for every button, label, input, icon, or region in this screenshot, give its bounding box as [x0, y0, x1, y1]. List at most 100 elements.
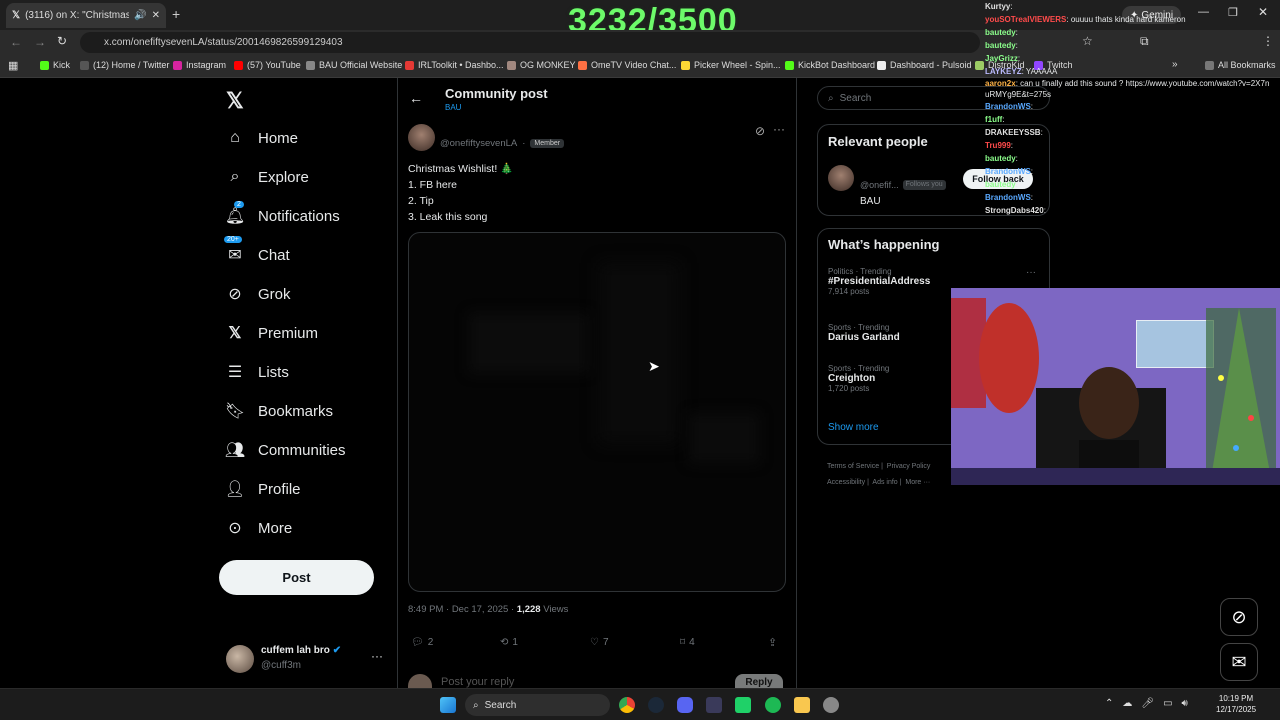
x-home-logo-icon[interactable]: 𝕏 — [226, 88, 244, 114]
bookmark-bau[interactable]: BAU Official Website — [306, 60, 402, 70]
url-input[interactable]: x.com/onefiftysevenLA/status/20014698265… — [80, 32, 980, 53]
audio-icon[interactable]: 🔊 — [134, 10, 146, 21]
grok-icon: ⊘ — [228, 286, 242, 303]
steam-icon[interactable] — [648, 697, 664, 713]
nav-premium[interactable]: 𝕏 Premium — [226, 324, 318, 343]
app-icon[interactable] — [735, 697, 751, 713]
list-icon: ☰ — [227, 364, 243, 381]
discord-icon[interactable] — [677, 697, 693, 713]
chat-message: aaron2x: can u finally add this sound ? … — [985, 79, 1270, 99]
reload-icon[interactable]: ↻ — [57, 34, 67, 48]
bookmark-pulsoid[interactable]: Dashboard - Pulsoid — [877, 60, 972, 70]
clock-time[interactable]: 10:19 PM — [1216, 693, 1256, 704]
bookmark-ometv[interactable]: OmeTV Video Chat... — [578, 60, 676, 70]
nav-explore[interactable]: ⌕ Explore — [226, 168, 309, 186]
reply-action[interactable]: 💬︎ 2 — [411, 637, 433, 648]
post-video[interactable] — [408, 232, 786, 592]
reply-input[interactable]: Post your reply — [441, 676, 514, 688]
post-timestamp[interactable]: 8:49 PM · Dec 17, 2025 · — [408, 604, 514, 615]
x-logo-icon: 𝕏 — [12, 10, 21, 21]
messages-floating-button[interactable]: ✉ — [1220, 643, 1258, 681]
nav-chat[interactable]: ✉︎ 20+ Chat — [224, 236, 290, 264]
taskbar-search[interactable]: ⌕ Search — [465, 694, 610, 716]
grok-post-icon[interactable]: ⊘ — [755, 124, 765, 138]
browser-tab[interactable]: 𝕏 (3116) on X: "Christmas W 🔊 ✕ — [6, 3, 166, 28]
bookmark-instagram[interactable]: Instagram — [173, 60, 226, 70]
more-circle-icon: ⊙ — [228, 520, 242, 537]
settings-icon[interactable] — [823, 697, 839, 713]
trend-more-icon[interactable]: ··· — [1026, 267, 1036, 278]
chat-message: LAYKEYZ: YAAAAA — [985, 67, 1058, 76]
post-more-icon[interactable]: ··· — [773, 122, 785, 136]
nav-communities[interactable]: 👥︎ Communities — [225, 441, 346, 460]
account-switcher[interactable]: cuffem lah bro ✔ @cuff3m ··· — [226, 643, 386, 675]
chat-badge: 20+ — [224, 236, 242, 243]
tab-close-icon[interactable]: ✕ — [152, 10, 160, 21]
chat-message: Tru999: — [985, 141, 1014, 150]
tray-icons[interactable]: ⌃☁🎤︎▭🔊︎ — [1105, 698, 1197, 709]
search-icon: ⌕ — [473, 699, 479, 711]
footer-link[interactable]: Accessibility — [827, 479, 865, 486]
back-arrow-icon[interactable]: ← — [409, 90, 423, 106]
reply-button[interactable]: Reply — [735, 674, 783, 688]
footer-link[interactable]: More ··· — [905, 479, 930, 486]
bookmark-action[interactable]: ⌑ 4 — [680, 637, 695, 648]
nav-profile[interactable]: 👤︎ Profile — [225, 480, 301, 499]
trend-item[interactable]: Politics · Trending #PresidentialAddress… — [828, 267, 930, 296]
new-tab-button[interactable]: + — [172, 6, 180, 22]
post-button[interactable]: Post — [219, 560, 374, 595]
footer-link[interactable]: Terms of Service — [827, 463, 879, 470]
nav-lists[interactable]: ☰ Lists — [226, 363, 289, 382]
relevant-title: Relevant people — [828, 134, 928, 149]
webcam-image — [951, 288, 1280, 485]
nav-bookmarks[interactable]: 🔖︎ Bookmarks — [225, 402, 333, 421]
bell-icon: 🔔︎ 2 — [224, 201, 246, 225]
share-icon[interactable]: ⇪ — [768, 636, 777, 649]
chat-message: bautedy: — [985, 154, 1018, 163]
grok-floating-button[interactable]: ⊘ — [1220, 598, 1258, 636]
url-text: x.com/onefiftysevenLA/status/20014698265… — [104, 37, 343, 48]
bookmark-youtube[interactable]: (57) YouTube — [234, 60, 301, 70]
footer-link[interactable]: Ads info — [872, 479, 897, 486]
trend-item[interactable]: Sports · Trending Darius Garland — [828, 323, 900, 343]
windows-start-icon[interactable] — [440, 697, 456, 713]
app-icon[interactable] — [706, 697, 722, 713]
verified-icon: ✔ — [332, 645, 342, 656]
chrome-icon[interactable] — [619, 697, 635, 713]
spotify-icon[interactable] — [765, 697, 781, 713]
back-icon[interactable]: ← — [10, 35, 22, 49]
repost-action[interactable]: ⟲ 1 — [500, 637, 518, 648]
clock-date[interactable]: 12/17/2025 — [1216, 704, 1256, 715]
bookmark-outline-icon: ⌑ — [680, 637, 686, 648]
show-more-link[interactable]: Show more — [828, 422, 879, 433]
person-avatar[interactable] — [828, 165, 854, 191]
person-handle[interactable]: @onefif... — [860, 180, 899, 190]
person-name: BAU — [860, 196, 881, 207]
community-link[interactable]: BAU — [445, 103, 461, 112]
post-text-line: Christmas Wishlist! 🎄 — [408, 163, 514, 175]
account-more-icon[interactable]: ··· — [371, 649, 383, 663]
post-avatar[interactable] — [408, 124, 435, 151]
bookmark-kick[interactable]: Kick — [40, 60, 70, 70]
bookmark-irltoolkit[interactable]: IRLToolkit • Dashbo... — [405, 60, 504, 70]
nav-more[interactable]: ⊙ More — [226, 519, 292, 538]
nav-grok[interactable]: ⊘ Grok — [226, 285, 290, 304]
nav-home[interactable]: ⌂ Home — [226, 129, 298, 147]
bookmark-twitter[interactable]: (12) Home / Twitter — [80, 60, 169, 70]
heart-icon: ♡ — [590, 637, 599, 648]
trend-item[interactable]: Sports · Trending Creighton 1,720 posts — [828, 364, 889, 393]
chat-message: bautedy: — [985, 41, 1018, 50]
avatar — [226, 645, 254, 673]
footer-link[interactable]: Privacy Policy — [887, 463, 931, 470]
apps-grid-icon[interactable]: ▦ — [8, 59, 18, 72]
nav-notifications[interactable]: 🔔︎ 2 Notifications — [224, 201, 340, 225]
bookmark-og-monkey[interactable]: OG MONKEY — [507, 60, 576, 70]
file-explorer-icon[interactable] — [794, 697, 810, 713]
like-action[interactable]: ♡ 7 — [590, 637, 609, 648]
bookmark-kickbot[interactable]: KickBot Dashboard — [785, 60, 875, 70]
forward-icon[interactable]: → — [34, 35, 46, 49]
bookmark-picker-wheel[interactable]: Picker Wheel - Spin... — [681, 60, 781, 70]
post-handle[interactable]: @onefiftysevenLA — [440, 138, 517, 149]
views-label: Views — [543, 604, 569, 615]
chat-message: StrongDabs420: — [985, 206, 1046, 215]
